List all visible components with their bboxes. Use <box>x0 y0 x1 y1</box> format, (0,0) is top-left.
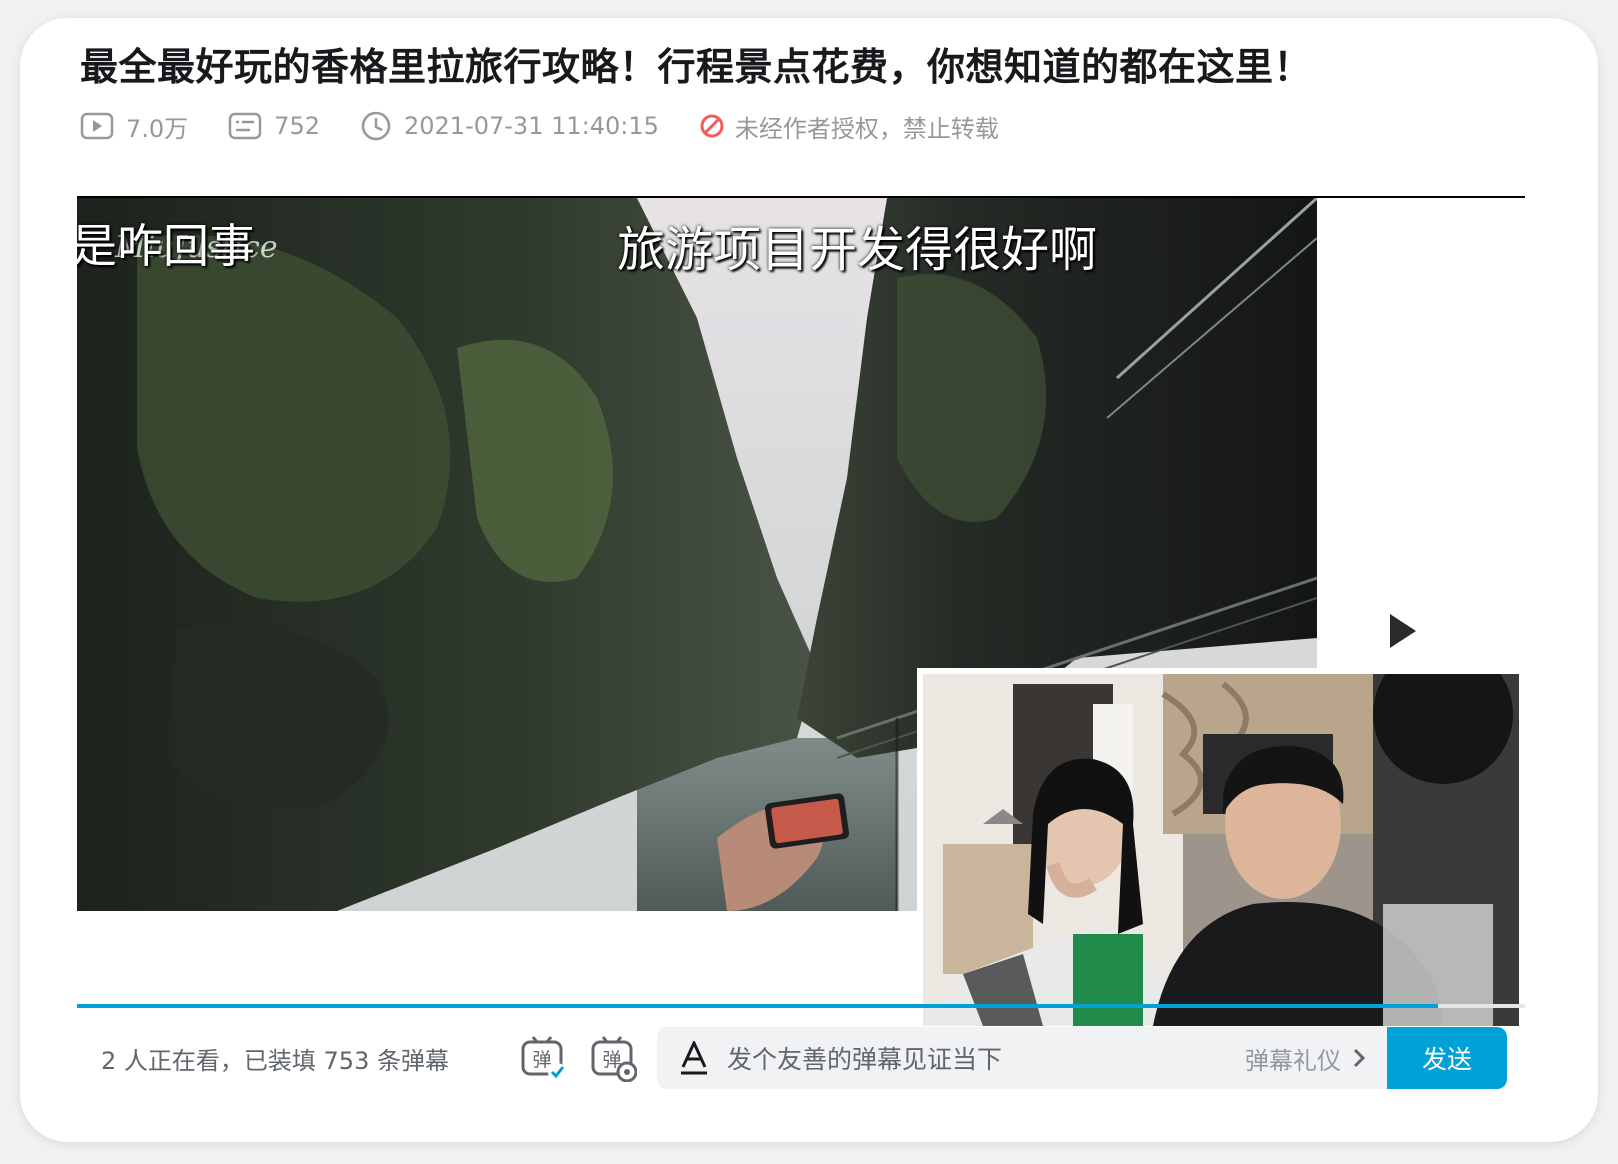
video-title: 最全最好玩的香格里拉旅行攻略！行程景点花费，你想知道的都在这里！ <box>80 45 1313 89</box>
hosts-camera-image <box>923 674 1519 1026</box>
picture-in-picture-frame <box>917 668 1525 1032</box>
subtitle-previous: 是咋回事 <box>77 219 255 273</box>
video-meta-row: 7.0万 752 2021-07-31 11:40:15 未经作者授权，禁止转载 <box>80 106 1039 146</box>
progress-bar-fill <box>77 1004 1439 1008</box>
etiquette-label: 弹幕礼仪 <box>1245 1046 1341 1075</box>
copyright-notice: 未经作者授权，禁止转载 <box>699 109 999 144</box>
danmaku-toggle-glyph: 弹 <box>532 1049 551 1071</box>
danmaku-count-icon <box>228 112 262 140</box>
danmaku-input[interactable]: 发个友善的弹幕见证当下 弹幕礼仪 <box>657 1027 1387 1089</box>
publish-time-value: 2021-07-31 11:40:15 <box>403 112 659 140</box>
text-style-icon[interactable] <box>679 1041 709 1075</box>
danmaku-input-placeholder: 发个友善的弹幕见证当下 <box>727 1045 1003 1074</box>
danmaku-on-icon: 弹 <box>521 1036 566 1081</box>
danmaku-settings-button[interactable]: 弹 <box>585 1030 641 1086</box>
video-player[interactable]: MiuJustice 是咋回事 旅游项目开发得很好啊 2 人正在看，已装填 75… <box>77 196 1525 1089</box>
danmaku-toggle-button[interactable]: 弹 <box>515 1030 571 1086</box>
bilibili-play-icon[interactable] <box>1352 576 1448 676</box>
progress-bar[interactable] <box>77 1004 1525 1008</box>
viewer-count-text: 2 人正在看，已装填 753 条弹幕 <box>101 1046 449 1075</box>
danmaku-etiquette-link[interactable]: 弹幕礼仪 <box>1245 1041 1369 1076</box>
danmaku-count-value: 752 <box>274 112 320 140</box>
forbidden-icon <box>700 114 724 138</box>
views-value: 7.0万 <box>126 114 189 143</box>
publish-time: 2021-07-31 11:40:15 <box>360 110 659 142</box>
chevron-right-icon <box>1353 1048 1366 1068</box>
clock-icon <box>361 111 391 141</box>
danmaku-send-bar: 2 人正在看，已装填 753 条弹幕 弹 弹 发个友善的弹幕见证当下 弹幕礼仪 … <box>77 1010 1525 1106</box>
subtitle-current: 旅游项目开发得很好啊 <box>617 222 1098 278</box>
danmaku-stat: 752 <box>228 112 320 140</box>
play-count-icon <box>80 112 114 140</box>
danmaku-settings-icon: 弹 <box>591 1036 637 1082</box>
send-button[interactable]: 发送 <box>1387 1027 1507 1089</box>
copyright-text: 未经作者授权，禁止转载 <box>734 114 999 143</box>
views-stat: 7.0万 <box>80 109 188 144</box>
